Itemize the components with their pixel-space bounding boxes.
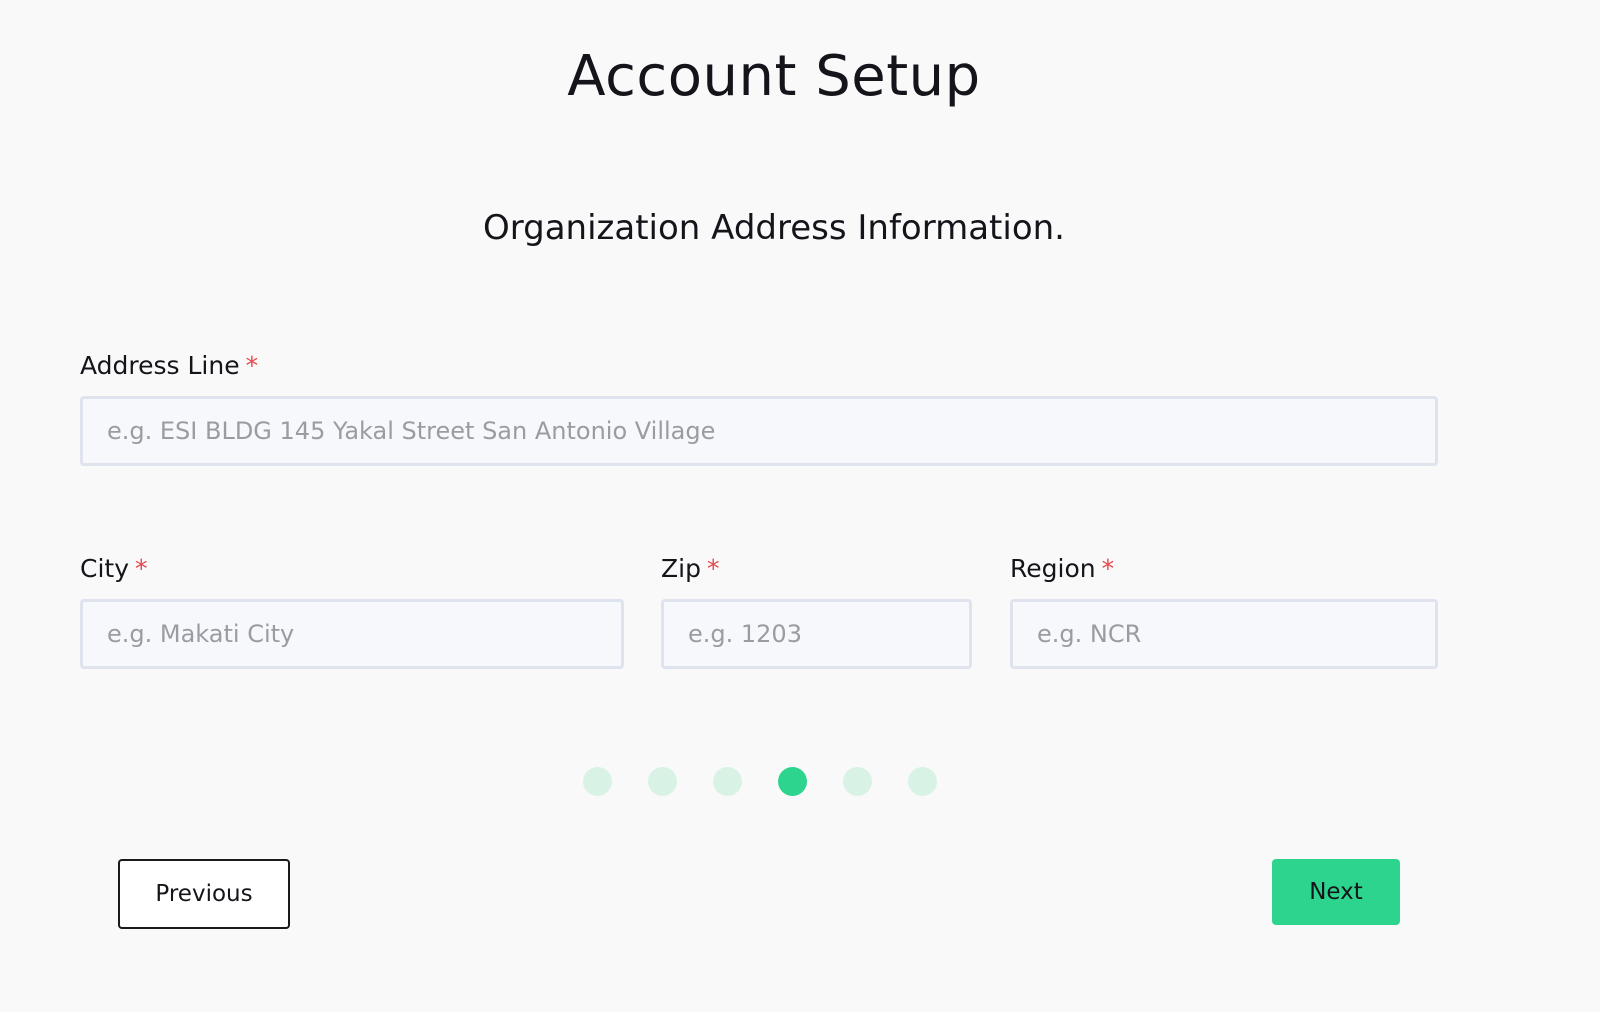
step-dot-2 bbox=[648, 767, 677, 796]
step-dot-4 bbox=[778, 767, 807, 796]
previous-button[interactable]: Previous bbox=[118, 859, 290, 929]
address-label: Address Line * bbox=[80, 351, 258, 380]
zip-label-text: Zip bbox=[661, 554, 701, 583]
address-line-input[interactable] bbox=[80, 396, 1438, 466]
required-marker: * bbox=[1101, 554, 1115, 583]
step-dot-1 bbox=[583, 767, 612, 796]
zip-input[interactable] bbox=[661, 599, 972, 669]
step-dot-6 bbox=[908, 767, 937, 796]
city-input[interactable] bbox=[80, 599, 624, 669]
city-label-text: City bbox=[80, 554, 129, 583]
city-label: City * bbox=[80, 554, 148, 583]
page-title: Account Setup bbox=[567, 44, 981, 109]
required-marker: * bbox=[245, 351, 259, 380]
zip-label: Zip * bbox=[661, 554, 719, 583]
required-marker: * bbox=[706, 554, 720, 583]
address-label-text: Address Line bbox=[80, 351, 240, 380]
step-dot-5 bbox=[843, 767, 872, 796]
region-label: Region * bbox=[1010, 554, 1114, 583]
next-button[interactable]: Next bbox=[1272, 859, 1400, 925]
region-input[interactable] bbox=[1010, 599, 1438, 669]
section-title: Organization Address Information. bbox=[482, 208, 1065, 248]
required-marker: * bbox=[135, 554, 148, 583]
step-indicator bbox=[583, 767, 937, 796]
region-label-text: Region bbox=[1010, 554, 1096, 583]
step-dot-3 bbox=[713, 767, 742, 796]
